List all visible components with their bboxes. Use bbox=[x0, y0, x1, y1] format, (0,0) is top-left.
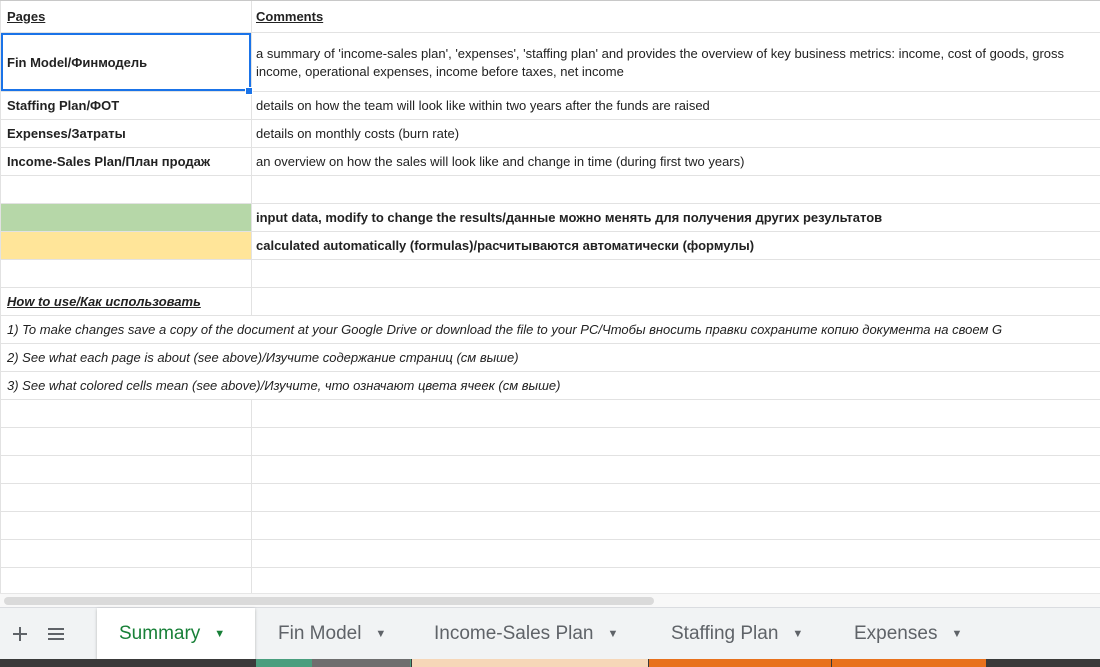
empty-cell[interactable] bbox=[252, 176, 1100, 203]
empty-cell[interactable] bbox=[0, 568, 252, 595]
tab-color-expenses bbox=[832, 659, 986, 667]
empty-row bbox=[0, 484, 1100, 512]
chevron-down-icon[interactable]: ▼ bbox=[214, 628, 225, 640]
legend-row-yellow: calculated automatically (formulas)/расч… bbox=[0, 232, 1100, 260]
chevron-down-icon[interactable]: ▼ bbox=[607, 628, 618, 640]
comment-cell-expenses[interactable]: details on monthly costs (burn rate) bbox=[252, 120, 1100, 147]
empty-cell[interactable] bbox=[252, 428, 1100, 455]
howto-title-cell[interactable]: How to use/Как использовать bbox=[0, 288, 252, 315]
howto-title-row: How to use/Как использовать bbox=[0, 288, 1100, 316]
howto-step-row: 2) See what each page is about (see abov… bbox=[0, 344, 1100, 372]
page-cell-expenses[interactable]: Expenses/Затраты bbox=[0, 120, 252, 147]
empty-cell[interactable] bbox=[252, 568, 1100, 595]
tab-label: Fin Model bbox=[278, 623, 362, 644]
empty-row bbox=[0, 568, 1100, 596]
tab-staffing-plan[interactable]: Staffing Plan ▼ bbox=[649, 608, 831, 660]
empty-row bbox=[0, 540, 1100, 568]
tab-color-strip bbox=[0, 659, 1100, 667]
tab-label: Summary bbox=[119, 623, 201, 644]
tab-label: Income-Sales Plan bbox=[434, 623, 594, 644]
page-cell-staffing-plan[interactable]: Staffing Plan/ФОТ bbox=[0, 92, 252, 119]
sheet-tab-bar: Summary ▼ Fin Model ▼ Income-Sales Plan … bbox=[0, 607, 1100, 667]
header-pages-cell[interactable]: Pages bbox=[0, 1, 252, 32]
empty-cell[interactable] bbox=[252, 288, 1100, 315]
empty-cell[interactable] bbox=[252, 484, 1100, 511]
empty-row bbox=[0, 176, 1100, 204]
empty-cell[interactable] bbox=[0, 456, 252, 483]
howto-step-2[interactable]: 2) See what each page is about (see abov… bbox=[0, 344, 1100, 371]
tab-label: Staffing Plan bbox=[671, 623, 779, 644]
empty-cell[interactable] bbox=[0, 484, 252, 511]
legend-yellow-text[interactable]: calculated automatically (formulas)/расч… bbox=[252, 232, 1100, 259]
empty-cell[interactable] bbox=[252, 540, 1100, 567]
legend-green-swatch[interactable] bbox=[0, 204, 252, 231]
horizontal-scrollbar[interactable] bbox=[0, 593, 1100, 607]
empty-cell[interactable] bbox=[252, 260, 1100, 287]
tab-fin-model[interactable]: Fin Model ▼ bbox=[256, 608, 411, 660]
menu-icon[interactable] bbox=[36, 608, 76, 660]
spreadsheet-grid[interactable]: Pages Comments Fin Model/Финмодель a sum… bbox=[0, 0, 1100, 597]
table-row: Income-Sales Plan/План продаж an overvie… bbox=[0, 148, 1100, 176]
empty-row bbox=[0, 456, 1100, 484]
fill-handle[interactable] bbox=[245, 87, 253, 95]
comment-cell-income-sales-plan[interactable]: an overview on how the sales will look l… bbox=[252, 148, 1100, 175]
howto-step-row: 3) See what colored cells mean (see abov… bbox=[0, 372, 1100, 400]
table-row: Staffing Plan/ФОТ details on how the tea… bbox=[0, 92, 1100, 120]
scrollbar-thumb[interactable] bbox=[4, 597, 654, 605]
empty-cell[interactable] bbox=[252, 456, 1100, 483]
plus-icon[interactable] bbox=[0, 608, 40, 660]
empty-cell[interactable] bbox=[0, 540, 252, 567]
empty-cell[interactable] bbox=[0, 176, 252, 203]
howto-step-1[interactable]: 1) To make changes save a copy of the do… bbox=[0, 316, 1100, 343]
comment-text: a summary of 'income-sales plan', 'expen… bbox=[256, 46, 1065, 79]
table-row: Fin Model/Финмодель a summary of 'income… bbox=[0, 33, 1100, 92]
tab-label: Expenses bbox=[854, 623, 938, 644]
tab-color-overlay bbox=[312, 659, 410, 667]
howto-step-row: 1) To make changes save a copy of the do… bbox=[0, 316, 1100, 344]
empty-row bbox=[0, 428, 1100, 456]
page-cell-income-sales-plan[interactable]: Income-Sales Plan/План продаж bbox=[0, 148, 252, 175]
page-cell-fin-model[interactable]: Fin Model/Финмодель bbox=[0, 33, 252, 91]
legend-yellow-swatch[interactable] bbox=[0, 232, 252, 259]
empty-row bbox=[0, 260, 1100, 288]
chevron-down-icon[interactable]: ▼ bbox=[375, 628, 386, 640]
empty-row bbox=[0, 512, 1100, 540]
empty-cell[interactable] bbox=[0, 512, 252, 539]
empty-cell[interactable] bbox=[0, 260, 252, 287]
legend-row-green: input data, modify to change the results… bbox=[0, 204, 1100, 232]
legend-green-text[interactable]: input data, modify to change the results… bbox=[252, 204, 1100, 231]
tab-color-income-sales-plan bbox=[412, 659, 648, 667]
comment-cell-fin-model[interactable]: a summary of 'income-sales plan', 'expen… bbox=[252, 33, 1100, 91]
chevron-down-icon[interactable]: ▼ bbox=[951, 628, 962, 640]
header-comments-cell[interactable]: Comments bbox=[252, 1, 1100, 32]
tab-expenses[interactable]: Expenses ▼ bbox=[832, 608, 986, 660]
howto-step-3[interactable]: 3) See what colored cells mean (see abov… bbox=[0, 372, 1100, 399]
tab-summary[interactable]: Summary ▼ bbox=[97, 608, 255, 660]
tab-color-staffing-plan bbox=[649, 659, 831, 667]
header-row: Pages Comments bbox=[0, 1, 1100, 33]
empty-cell[interactable] bbox=[0, 400, 252, 427]
empty-cell[interactable] bbox=[252, 400, 1100, 427]
tab-income-sales-plan[interactable]: Income-Sales Plan ▼ bbox=[412, 608, 648, 660]
empty-cell[interactable] bbox=[252, 512, 1100, 539]
comment-cell-staffing-plan[interactable]: details on how the team will look like w… bbox=[252, 92, 1100, 119]
empty-cell[interactable] bbox=[0, 428, 252, 455]
empty-row bbox=[0, 400, 1100, 428]
chevron-down-icon[interactable]: ▼ bbox=[792, 628, 803, 640]
table-row: Expenses/Затраты details on monthly cost… bbox=[0, 120, 1100, 148]
